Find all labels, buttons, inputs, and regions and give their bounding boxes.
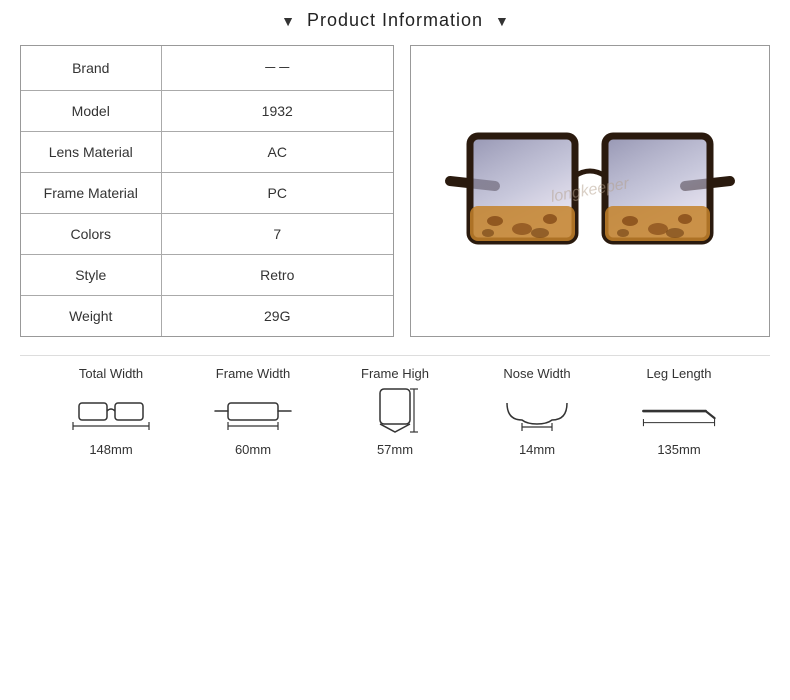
table-row: Brand－－ bbox=[21, 46, 393, 91]
table-label: Weight bbox=[21, 296, 161, 337]
dim-label-total-width: Total Width bbox=[79, 366, 143, 381]
dim-label-nose-width: Nose Width bbox=[503, 366, 570, 381]
table-value: 7 bbox=[161, 214, 393, 255]
dimensions-section: Total Width 148mm Frame Width 60mm Frame H… bbox=[20, 355, 770, 467]
dim-value-frame-high: 57mm bbox=[377, 442, 413, 457]
header-title: Product Information bbox=[307, 10, 483, 31]
table-value: －－ bbox=[161, 46, 393, 91]
dimension-total-width: Total Width 148mm bbox=[71, 366, 151, 457]
info-table-wrapper: Brand－－Model1932Lens MaterialACFrame Mat… bbox=[20, 45, 394, 337]
right-triangle-icon: ▼ bbox=[495, 13, 509, 29]
table-label: Style bbox=[21, 255, 161, 296]
dim-icon-frame-high bbox=[355, 389, 435, 434]
dimension-nose-width: Nose Width 14mm bbox=[497, 366, 577, 457]
table-row: Model1932 bbox=[21, 91, 393, 132]
dim-icon-total-width bbox=[71, 389, 151, 434]
dimension-frame-high: Frame High 57mm bbox=[355, 366, 435, 457]
dim-value-total-width: 148mm bbox=[89, 442, 132, 457]
table-value: PC bbox=[161, 173, 393, 214]
dim-value-nose-width: 14mm bbox=[519, 442, 555, 457]
dim-icon-nose-width bbox=[497, 389, 577, 434]
dim-icon-frame-width bbox=[213, 389, 293, 434]
table-label: Brand bbox=[21, 46, 161, 91]
dim-icon-leg-length bbox=[639, 389, 719, 434]
info-table: Brand－－Model1932Lens MaterialACFrame Mat… bbox=[21, 46, 393, 336]
dim-label-frame-high: Frame High bbox=[361, 366, 429, 381]
table-value: 1932 bbox=[161, 91, 393, 132]
table-row: StyleRetro bbox=[21, 255, 393, 296]
dim-label-leg-length: Leg Length bbox=[646, 366, 711, 381]
table-value: Retro bbox=[161, 255, 393, 296]
dim-value-leg-length: 135mm bbox=[657, 442, 700, 457]
sunglasses-image bbox=[440, 81, 740, 301]
page-wrapper: ▼ Product Information ▼ Brand－－Model1932… bbox=[0, 0, 790, 700]
table-label: Model bbox=[21, 91, 161, 132]
table-value: 29G bbox=[161, 296, 393, 337]
table-row: Frame MaterialPC bbox=[21, 173, 393, 214]
dimension-frame-width: Frame Width 60mm bbox=[213, 366, 293, 457]
table-row: Lens MaterialAC bbox=[21, 132, 393, 173]
dim-label-frame-width: Frame Width bbox=[216, 366, 290, 381]
product-image-box: longkeeper bbox=[410, 45, 770, 337]
table-row: Colors7 bbox=[21, 214, 393, 255]
table-row: Weight29G bbox=[21, 296, 393, 337]
table-value: AC bbox=[161, 132, 393, 173]
table-label: Lens Material bbox=[21, 132, 161, 173]
table-label: Colors bbox=[21, 214, 161, 255]
table-label: Frame Material bbox=[21, 173, 161, 214]
dimension-leg-length: Leg Length 135mm bbox=[639, 366, 719, 457]
dim-value-frame-width: 60mm bbox=[235, 442, 271, 457]
main-content: Brand－－Model1932Lens MaterialACFrame Mat… bbox=[20, 45, 770, 337]
product-info-header: ▼ Product Information ▼ bbox=[20, 10, 770, 31]
left-triangle-icon: ▼ bbox=[281, 13, 295, 29]
